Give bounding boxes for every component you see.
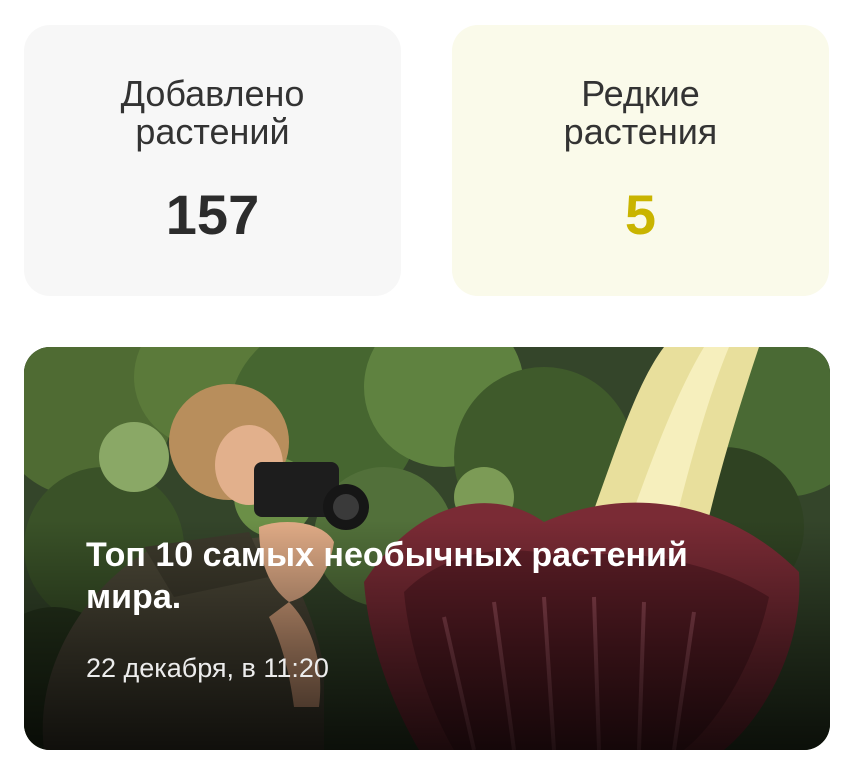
rare-plants-label: Редкие растения bbox=[563, 73, 718, 152]
article-title: Топ 10 самых необычных растений мира. bbox=[86, 536, 688, 616]
article-card[interactable]: Топ 10 самых необычных растений мира. 22… bbox=[24, 347, 830, 750]
plants-added-count: 157 bbox=[165, 183, 260, 246]
rare-plants-card[interactable]: Редкие растения 5 bbox=[452, 25, 829, 296]
plants-added-label: Добавлено растений bbox=[120, 73, 305, 152]
article-date: 22 декабря, в 11:20 bbox=[86, 653, 329, 683]
rare-plants-count: 5 bbox=[624, 183, 657, 246]
plants-added-card[interactable]: Добавлено растений 157 bbox=[24, 25, 401, 296]
